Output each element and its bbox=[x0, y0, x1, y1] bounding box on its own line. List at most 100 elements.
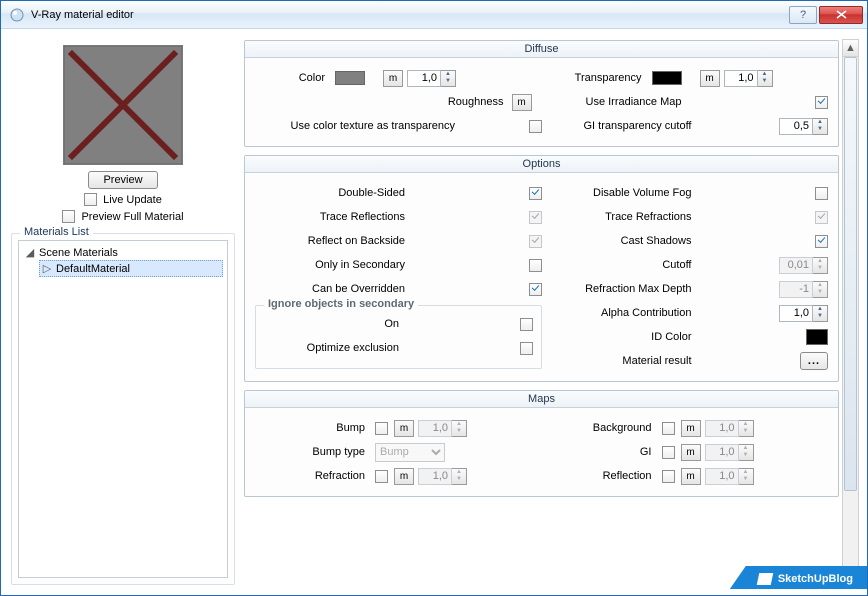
reflection-enable-checkbox[interactable] bbox=[662, 470, 675, 483]
bump-enable-checkbox[interactable] bbox=[375, 422, 388, 435]
material-result-button[interactable]: ... bbox=[800, 352, 828, 370]
disable-vol-fog-checkbox[interactable] bbox=[815, 187, 828, 200]
gi-cutoff-label: GI transparency cutoff bbox=[542, 120, 702, 132]
gi-map-label: GI bbox=[542, 446, 662, 458]
tree-root-label: Scene Materials bbox=[39, 247, 118, 259]
gi-cutoff-spinner[interactable]: ▲▼ bbox=[779, 118, 828, 135]
watermark-label: SketchUpBlog bbox=[778, 573, 853, 585]
double-sided-label: Double-Sided bbox=[255, 187, 415, 199]
reflection-map-label: Reflection bbox=[542, 470, 662, 482]
bump-type-label: Bump type bbox=[255, 446, 375, 458]
refraction-enable-checkbox[interactable] bbox=[375, 470, 388, 483]
section-maps: Maps Bumpm▲▼ Bump typeBump Refractionm▲▼… bbox=[244, 390, 839, 497]
background-map-label: Background bbox=[542, 422, 662, 434]
reflection-spinner: ▲▼ bbox=[705, 468, 754, 485]
material-preview-thumbnail bbox=[63, 45, 183, 165]
diffuse-transparency-amount-spinner[interactable]: ▲▼ bbox=[724, 70, 773, 87]
tree-item-label: DefaultMaterial bbox=[56, 263, 130, 275]
diffuse-transparency-label: Transparency bbox=[542, 72, 652, 84]
ignore-on-label: On bbox=[264, 318, 409, 330]
refraction-spinner: ▲▼ bbox=[418, 468, 467, 485]
diffuse-color-swatch[interactable] bbox=[335, 71, 365, 85]
tex-as-transparency-checkbox[interactable] bbox=[529, 120, 542, 133]
reflect-backside-checkbox bbox=[529, 235, 542, 248]
gi-map-button[interactable]: m bbox=[681, 444, 701, 461]
trace-reflections-label: Trace Reflections bbox=[255, 211, 415, 223]
materials-tree[interactable]: ◢ Scene Materials ▷ DefaultMaterial bbox=[18, 240, 228, 578]
can-override-label: Can be Overridden bbox=[255, 283, 415, 295]
trace-refractions-checkbox bbox=[815, 211, 828, 224]
app-icon bbox=[9, 7, 25, 23]
optimize-exclusion-checkbox[interactable] bbox=[520, 342, 533, 355]
diffuse-transparency-map-button[interactable]: m bbox=[700, 70, 720, 87]
roughness-map-button[interactable]: m bbox=[512, 94, 532, 111]
scroll-thumb[interactable] bbox=[844, 57, 857, 491]
gi-spinner: ▲▼ bbox=[705, 444, 754, 461]
material-result-label: Material result bbox=[542, 355, 702, 367]
id-color-swatch[interactable] bbox=[806, 329, 828, 345]
background-spinner: ▲▼ bbox=[705, 420, 754, 437]
section-maps-header[interactable]: Maps bbox=[245, 391, 838, 408]
ignore-objects-title: Ignore objects in secondary bbox=[264, 298, 418, 310]
refraction-map-label: Refraction bbox=[255, 470, 375, 482]
can-override-checkbox[interactable] bbox=[529, 283, 542, 296]
preview-full-row: Preview Full Material bbox=[11, 210, 235, 223]
background-enable-checkbox[interactable] bbox=[662, 422, 675, 435]
refr-max-depth-label: Refraction Max Depth bbox=[542, 283, 702, 295]
alpha-contrib-spinner[interactable]: ▲▼ bbox=[779, 305, 828, 322]
only-secondary-label: Only in Secondary bbox=[255, 259, 415, 271]
help-button[interactable]: ? bbox=[789, 6, 817, 24]
watermark: SketchUpBlog bbox=[730, 566, 867, 589]
optimize-exclusion-label: Optimize exclusion bbox=[264, 342, 409, 354]
preview-button[interactable]: Preview bbox=[88, 171, 157, 189]
trace-refractions-label: Trace Refractions bbox=[542, 211, 702, 223]
refr-max-depth-spinner: ▲▼ bbox=[779, 281, 828, 298]
tex-as-transparency-label: Use color texture as transparency bbox=[255, 120, 465, 132]
roughness-label: Roughness bbox=[448, 96, 512, 108]
section-options-header[interactable]: Options bbox=[245, 156, 838, 173]
preview-full-material-label: Preview Full Material bbox=[81, 211, 183, 223]
gi-enable-checkbox[interactable] bbox=[662, 446, 675, 459]
reflect-backside-label: Reflect on Backside bbox=[255, 235, 415, 247]
tree-collapse-icon[interactable]: ◢ bbox=[25, 246, 35, 259]
scroll-up-arrow[interactable]: ▲ bbox=[843, 40, 858, 57]
live-update-row: Live Update bbox=[11, 193, 235, 206]
tree-expand-icon[interactable]: ▷ bbox=[42, 262, 52, 275]
live-update-checkbox[interactable] bbox=[84, 193, 97, 206]
vertical-scrollbar[interactable]: ▲ ▼ bbox=[842, 39, 859, 585]
ignore-objects-group: Ignore objects in secondary On Optimize … bbox=[255, 305, 542, 369]
titlebar: V-Ray material editor ? bbox=[1, 1, 867, 29]
trace-reflections-checkbox bbox=[529, 211, 542, 224]
section-options: Options Double-Sided Trace Reflections R… bbox=[244, 155, 839, 382]
live-update-label: Live Update bbox=[103, 194, 162, 206]
tree-root-scene-materials[interactable]: ◢ Scene Materials bbox=[23, 245, 223, 260]
cast-shadows-label: Cast Shadows bbox=[542, 235, 702, 247]
only-secondary-checkbox[interactable] bbox=[529, 259, 542, 272]
diffuse-color-label: Color bbox=[255, 72, 335, 84]
cast-shadows-checkbox[interactable] bbox=[815, 235, 828, 248]
cutoff-label: Cutoff bbox=[542, 259, 702, 271]
window-title: V-Ray material editor bbox=[31, 9, 787, 21]
bump-label: Bump bbox=[255, 422, 375, 434]
scroll-track[interactable] bbox=[843, 57, 858, 567]
diffuse-color-amount-spinner[interactable]: ▲▼ bbox=[407, 70, 456, 87]
irradiance-checkbox[interactable] bbox=[815, 96, 828, 109]
materials-list-title: Materials List bbox=[20, 226, 93, 238]
reflection-map-button[interactable]: m bbox=[681, 468, 701, 485]
section-diffuse: Diffuse Color m ▲▼ bbox=[244, 40, 839, 147]
tree-item-default-material[interactable]: ▷ DefaultMaterial bbox=[39, 260, 223, 277]
section-diffuse-header[interactable]: Diffuse bbox=[245, 41, 838, 58]
refraction-map-button[interactable]: m bbox=[394, 468, 414, 485]
alpha-contrib-label: Alpha Contribution bbox=[542, 307, 702, 319]
background-map-button[interactable]: m bbox=[681, 420, 701, 437]
ignore-on-checkbox[interactable] bbox=[520, 318, 533, 331]
irradiance-label: Use Irradiance Map bbox=[542, 96, 692, 108]
close-button[interactable] bbox=[819, 6, 863, 24]
disable-vol-fog-label: Disable Volume Fog bbox=[542, 187, 702, 199]
bump-map-button[interactable]: m bbox=[394, 420, 414, 437]
diffuse-color-map-button[interactable]: m bbox=[383, 70, 403, 87]
double-sided-checkbox[interactable] bbox=[529, 187, 542, 200]
preview-full-material-checkbox[interactable] bbox=[62, 210, 75, 223]
diffuse-transparency-swatch[interactable] bbox=[652, 71, 682, 85]
bump-spinner: ▲▼ bbox=[418, 420, 467, 437]
